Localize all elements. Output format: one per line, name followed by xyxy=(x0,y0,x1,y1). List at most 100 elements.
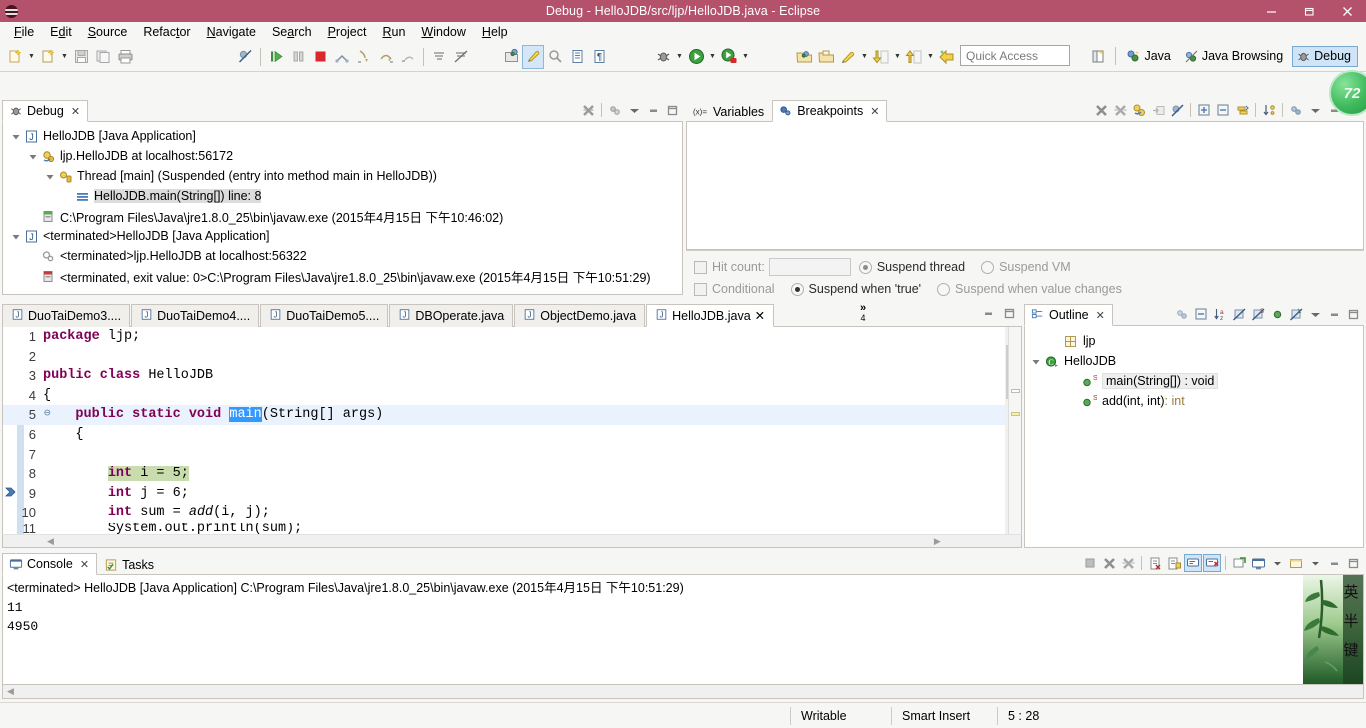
menu-source[interactable]: Source xyxy=(80,24,136,40)
breakpoints-list[interactable] xyxy=(686,122,1364,250)
tab-variables[interactable]: (x)= Variables xyxy=(686,100,772,122)
menu-help[interactable]: Help xyxy=(474,24,516,40)
display-selected-dropdown-icon[interactable] xyxy=(1268,554,1286,572)
minimize-view-icon[interactable] xyxy=(644,101,662,119)
quick-access-input[interactable]: Quick Access xyxy=(960,45,1070,66)
perspective-java[interactable]: Java xyxy=(1122,46,1177,67)
previous-annotation-icon[interactable] xyxy=(903,45,925,69)
suspend-vm-radio[interactable] xyxy=(981,260,995,274)
debug-tree-row[interactable]: J <terminated>HelloJDB [Java Application] xyxy=(3,226,682,246)
open-console-icon[interactable] xyxy=(1287,554,1305,572)
editor-tab[interactable]: J DuoTaiDemo5.... xyxy=(260,304,389,327)
debug-tree-row[interactable]: <terminated>ljp.HelloJDB at localhost:56… xyxy=(3,246,682,266)
tree-twisty-icon[interactable] xyxy=(11,131,21,141)
pilcrow-icon[interactable]: ¶ xyxy=(588,45,610,69)
code-line[interactable]: 6 { xyxy=(3,425,1021,445)
debug-tree-row[interactable]: Thread [main] (Suspended (entry into met… xyxy=(3,166,682,186)
outline-row[interactable]: Smain(String[]) : void xyxy=(1025,371,1363,391)
code-line[interactable]: 9 int j = 6; xyxy=(3,484,1021,504)
previous-annotation-dropdown-icon[interactable]: ▼ xyxy=(925,45,936,69)
link-with-debug-view-icon[interactable] xyxy=(1130,101,1148,119)
tab-outline[interactable]: Outline ✕ xyxy=(1024,304,1113,326)
close-icon[interactable]: ✕ xyxy=(1096,309,1105,322)
scroll-left-icon[interactable]: ◀ xyxy=(47,536,54,547)
tab-console[interactable]: Console ✕ xyxy=(2,553,98,575)
editor-tab-overflow[interactable]: » 4 xyxy=(854,303,872,325)
menu-window[interactable]: Window xyxy=(413,24,473,40)
outline-tree[interactable]: ljpCHelloJDBSmain(String[]) : voidSadd(i… xyxy=(1024,326,1364,548)
hide-static-icon[interactable]: S xyxy=(1249,305,1267,323)
open-type-icon[interactable] xyxy=(793,45,815,69)
next-annotation-icon[interactable] xyxy=(870,45,892,69)
maximize-editor-icon[interactable] xyxy=(1000,304,1018,322)
run-dropdown-icon[interactable]: ▼ xyxy=(707,45,718,69)
debug-resume-icon[interactable] xyxy=(265,45,287,69)
view-menu-icon[interactable] xyxy=(1306,101,1324,119)
tab-breakpoints[interactable]: Breakpoints ✕ xyxy=(772,100,888,122)
display-selected-console-icon[interactable] xyxy=(1249,554,1267,572)
suspend-true-radio[interactable] xyxy=(790,282,804,296)
console-horizontal-scrollbar[interactable]: ◀ xyxy=(2,685,1364,699)
code-line[interactable]: 1 package ljp; xyxy=(3,327,1021,347)
menu-edit[interactable]: Edit xyxy=(42,24,80,40)
open-task-icon[interactable] xyxy=(566,45,588,69)
focus-on-active-task-icon[interactable] xyxy=(1173,305,1191,323)
code-line[interactable]: 8 int i = 5; xyxy=(3,464,1021,484)
remove-all-consoles-icon[interactable] xyxy=(1119,554,1137,572)
editor-tab[interactable]: J DuoTaiDemo3.... xyxy=(2,304,131,327)
menu-refactor[interactable]: Refactor xyxy=(135,24,198,40)
public-members-icon[interactable] xyxy=(1268,305,1286,323)
show-console-on-error-icon[interactable] xyxy=(1203,554,1221,572)
hide-fields-icon[interactable] xyxy=(1230,305,1248,323)
outline-row[interactable]: Sadd(int, int) : int xyxy=(1025,391,1363,411)
editor-tab[interactable]: J DBOperate.java xyxy=(389,304,514,327)
next-annotation-dropdown-icon[interactable]: ▼ xyxy=(892,45,903,69)
view-menu-icon[interactable] xyxy=(625,101,643,119)
suspend-thread-radio[interactable] xyxy=(858,260,872,274)
last-edit-dropdown-icon[interactable]: ▼ xyxy=(859,45,870,69)
close-icon[interactable]: ✕ xyxy=(80,558,89,571)
debug-tree[interactable]: J HelloJDB [Java Application] ljp.HelloJDB… xyxy=(2,122,683,295)
print-icon[interactable] xyxy=(114,45,136,69)
close-icon[interactable]: ✕ xyxy=(71,105,80,118)
hit-count-checkbox[interactable] xyxy=(694,260,707,274)
debug-launch-icon[interactable] xyxy=(652,45,674,69)
maximize-view-icon[interactable] xyxy=(1344,305,1362,323)
open-console-dropdown-icon[interactable] xyxy=(1306,554,1324,572)
editor-tab[interactable]: J HelloJDB.java ✕ xyxy=(646,304,775,327)
new-java-class-icon[interactable] xyxy=(37,45,59,69)
tree-twisty-icon[interactable] xyxy=(1031,356,1041,366)
collapse-all-icon[interactable] xyxy=(1214,101,1232,119)
editor-horizontal-scrollbar[interactable]: ◀ ▶ xyxy=(2,534,1022,548)
restore-button[interactable] xyxy=(1290,0,1328,22)
ime-status-panel[interactable]: 英半键 xyxy=(1303,575,1363,684)
run-external-tools-icon[interactable] xyxy=(718,45,740,69)
minimize-editor-icon[interactable] xyxy=(979,304,997,322)
new-java-class-toolbar-icon[interactable] xyxy=(522,44,544,69)
code-line[interactable]: 7 xyxy=(3,445,1021,465)
code-editor[interactable]: 1 package ljp; 2 3 public class HelloJDB 4{5 ⊖… xyxy=(2,327,1022,534)
terminate-icon[interactable] xyxy=(309,45,331,69)
minimize-view-icon[interactable] xyxy=(1325,554,1343,572)
minimize-view-icon[interactable] xyxy=(1325,305,1343,323)
code-line[interactable]: 5 ⊖ public static void main(String[] args… xyxy=(3,405,1021,425)
console-output[interactable]: <terminated> HelloJDB [Java Application]… xyxy=(2,575,1364,685)
new-java-project-icon[interactable] xyxy=(500,45,522,69)
outline-row[interactable]: ljp xyxy=(1025,331,1363,351)
menu-search[interactable]: Search xyxy=(264,24,320,40)
close-button[interactable] xyxy=(1328,0,1366,22)
remove-all-terminated-icon[interactable] xyxy=(579,101,597,119)
editor-tab[interactable]: J DuoTaiDemo4.... xyxy=(131,304,260,327)
external-tools-dropdown-icon[interactable]: ▼ xyxy=(740,45,751,69)
clear-console-icon[interactable] xyxy=(1146,554,1164,572)
skip-all-breakpoints-icon[interactable] xyxy=(1168,101,1186,119)
run-launch-icon[interactable] xyxy=(685,45,707,69)
remove-console-icon[interactable] xyxy=(1100,554,1118,572)
debug-tree-row[interactable]: J HelloJDB [Java Application] xyxy=(3,126,682,146)
remove-breakpoint-icon[interactable] xyxy=(1092,101,1110,119)
close-icon[interactable]: ✕ xyxy=(755,308,765,323)
code-line[interactable]: 4{ xyxy=(3,386,1021,406)
debug-tree-row[interactable]: C:\Program Files\Java\jre1.8.0_25\bin\ja… xyxy=(3,206,682,226)
open-task-folder-icon[interactable] xyxy=(815,45,837,69)
expand-all-icon[interactable] xyxy=(1195,101,1213,119)
